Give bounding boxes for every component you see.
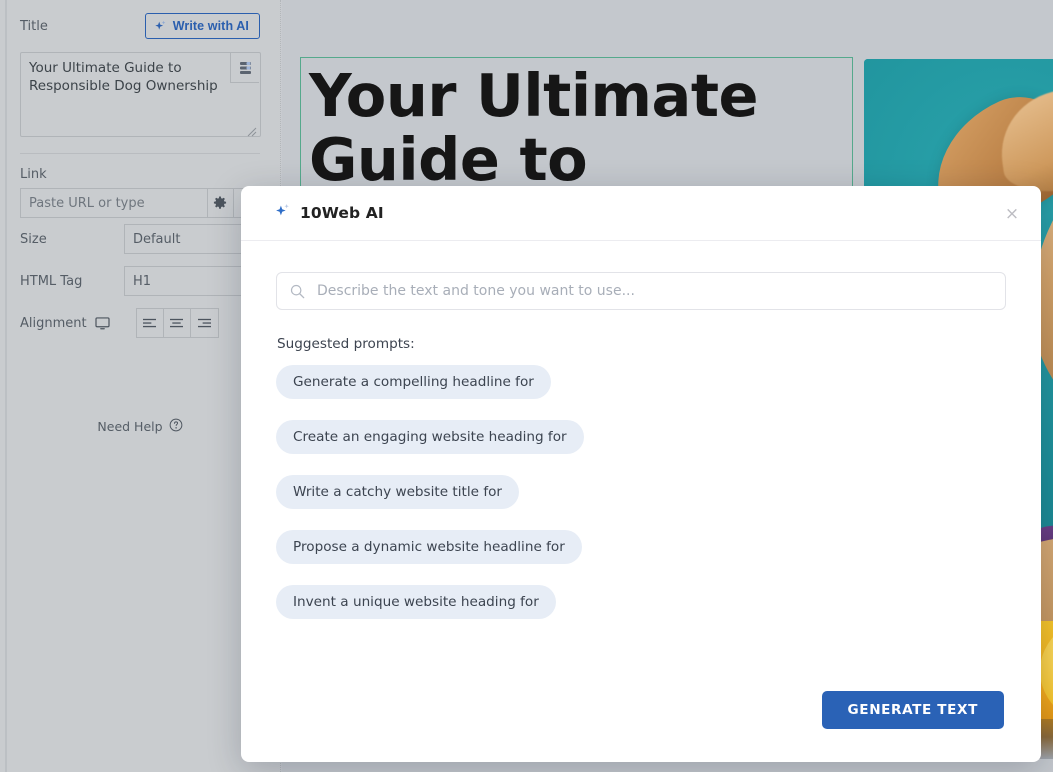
modal-body: Suggested prompts: Generate a compelling…	[241, 241, 1041, 640]
search-icon	[290, 284, 305, 303]
sparkle-icon	[275, 203, 291, 223]
close-icon[interactable]: ×	[1001, 203, 1023, 225]
modal-overlay: 10Web AI × Suggested prompts: G	[0, 0, 1053, 772]
prompt-search-box[interactable]	[276, 272, 1006, 310]
generate-text-button[interactable]: GENERATE TEXT	[821, 691, 1004, 729]
prompt-chip[interactable]: Propose a dynamic website headline for	[276, 530, 582, 564]
suggested-prompts-label: Suggested prompts:	[277, 336, 415, 352]
prompt-chip[interactable]: Create an engaging website heading for	[276, 420, 584, 454]
suggested-prompts-list: Generate a compelling headline for Creat…	[276, 365, 1006, 640]
modal-footer: GENERATE TEXT	[241, 658, 1041, 762]
prompt-chip[interactable]: Generate a compelling headline for	[276, 365, 551, 399]
modal-header: 10Web AI ×	[241, 186, 1041, 241]
modal-title-text: 10Web AI	[300, 204, 384, 222]
prompt-chip[interactable]: Write a catchy website title for	[276, 475, 520, 509]
prompt-chip[interactable]: Invent a unique website heading for	[276, 585, 556, 619]
prompt-input[interactable]	[315, 273, 1005, 309]
modal-title-group: 10Web AI	[275, 203, 384, 223]
ai-text-generator-modal: 10Web AI × Suggested prompts: G	[241, 186, 1041, 762]
